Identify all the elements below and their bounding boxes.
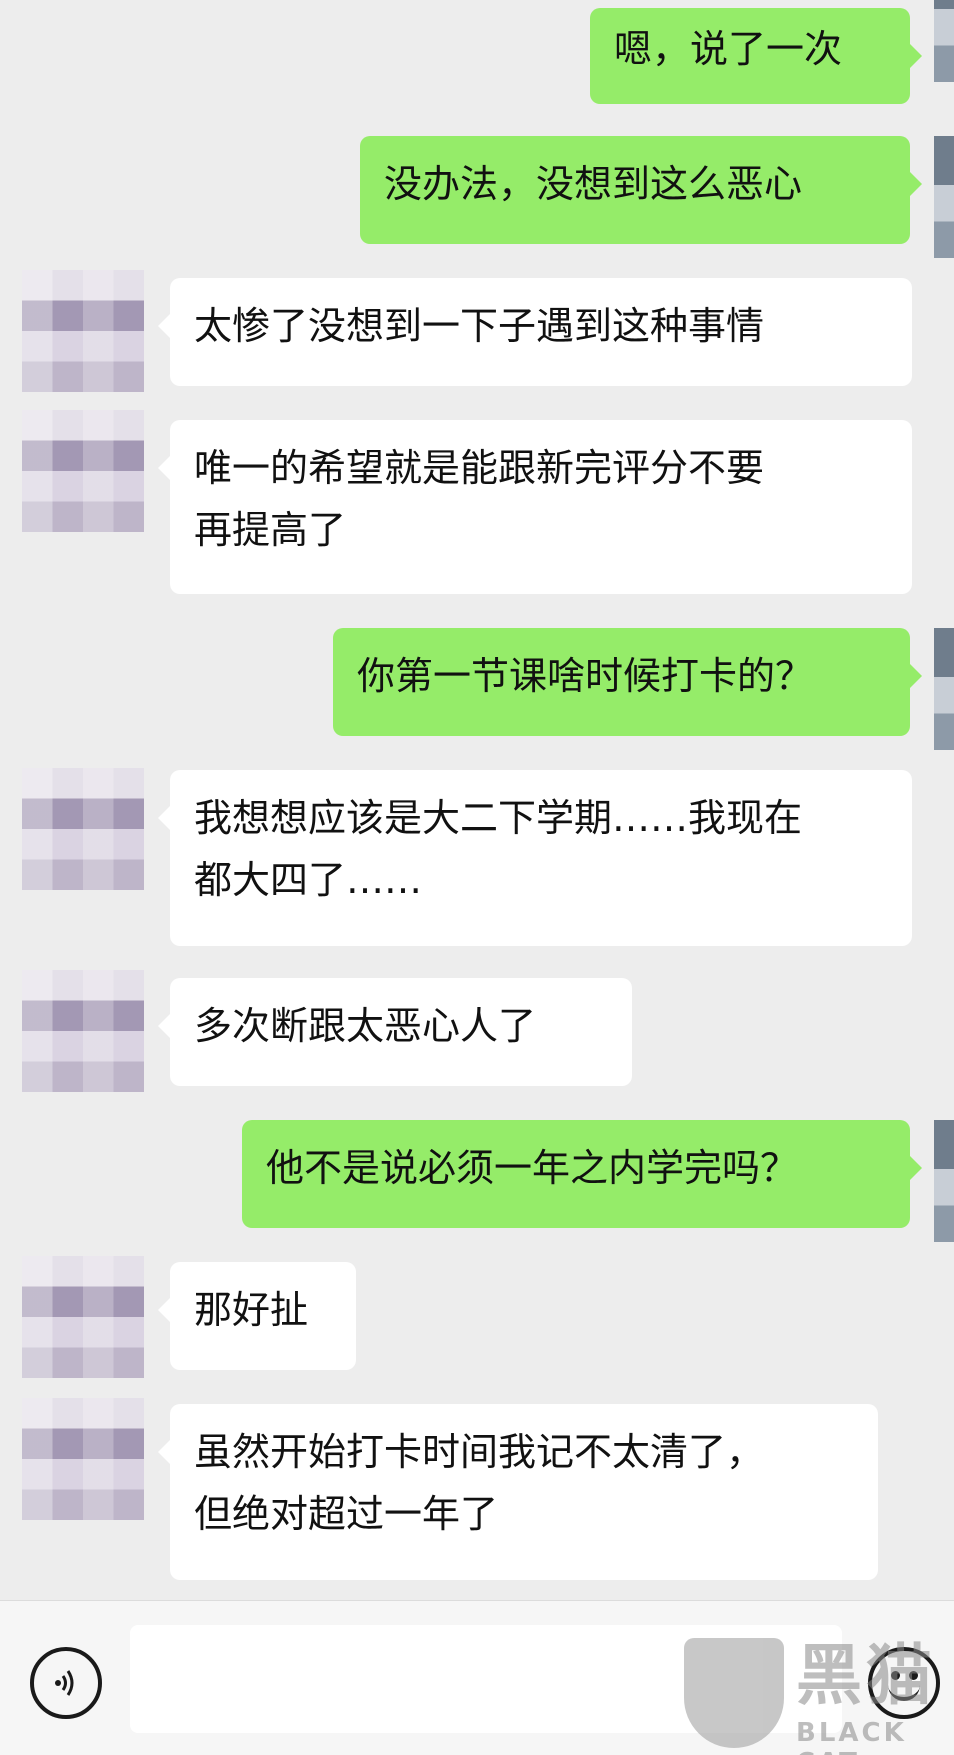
chat-message-list[interactable]: 嗯，说了一次 没办法，没想到这么恶心 太惨了没想到一下子遇到这种事情 唯一的希望… xyxy=(0,0,954,1600)
emoji-eye-left xyxy=(891,1671,900,1680)
self-avatar[interactable] xyxy=(934,0,954,82)
message-input[interactable] xyxy=(130,1625,842,1733)
message-text-line: 唯一的希望就是能跟新完评分不要 xyxy=(194,446,765,490)
message-bubble-self[interactable]: 嗯，说了一次 xyxy=(590,8,922,104)
contact-avatar[interactable] xyxy=(22,768,144,890)
voice-wave-icon xyxy=(55,1670,74,1696)
self-avatar[interactable] xyxy=(934,628,954,750)
input-toolbar xyxy=(0,1600,954,1755)
message-bubble-contact[interactable]: 多次断跟太恶心人了 xyxy=(158,978,632,1086)
contact-avatar[interactable] xyxy=(22,270,144,392)
message-text: 那好扯 xyxy=(194,1288,309,1332)
message-bubble-contact[interactable]: 那好扯 xyxy=(158,1262,356,1370)
message-text: 嗯，说了一次 xyxy=(614,27,843,71)
message-bubble-self[interactable]: 没办法，没想到这么恶心 xyxy=(360,136,922,244)
message-text-line: 再提高了 xyxy=(194,508,347,552)
emoji-eye-right xyxy=(909,1671,918,1680)
message-bubble-contact[interactable]: 虽然开始打卡时间我记不太清了， 但绝对超过一年了 xyxy=(158,1404,878,1580)
voice-icon[interactable] xyxy=(30,1647,102,1719)
emoji-mouth xyxy=(888,1683,920,1701)
message-text-line: 但绝对超过一年了 xyxy=(194,1492,499,1536)
message-text: 你第一节课啥时候打卡的？ xyxy=(357,654,814,698)
message-text: 太惨了没想到一下子遇到这种事情 xyxy=(194,304,765,348)
self-avatar[interactable] xyxy=(934,136,954,258)
message-text: 多次断跟太恶心人了 xyxy=(194,1004,537,1048)
message-text-line: 虽然开始打卡时间我记不太清了， xyxy=(194,1430,765,1474)
contact-avatar[interactable] xyxy=(22,970,144,1092)
emoji-icon[interactable] xyxy=(868,1647,940,1719)
message-bubble-self[interactable]: 你第一节课啥时候打卡的？ xyxy=(333,628,922,736)
contact-avatar[interactable] xyxy=(22,1256,144,1378)
contact-avatar[interactable] xyxy=(22,1398,144,1520)
message-text: 他不是说必须一年之内学完吗？ xyxy=(266,1146,799,1190)
message-text-line: 我想想应该是大二下学期……我现在 xyxy=(194,796,803,840)
contact-avatar[interactable] xyxy=(22,410,144,532)
message-bubble-contact[interactable]: 太惨了没想到一下子遇到这种事情 xyxy=(158,278,912,386)
message-text-line: 都大四了…… xyxy=(194,858,423,902)
message-bubble-contact[interactable]: 唯一的希望就是能跟新完评分不要 再提高了 xyxy=(158,420,912,594)
message-bubble-self[interactable]: 他不是说必须一年之内学完吗？ xyxy=(242,1120,922,1228)
message-text: 没办法，没想到这么恶心 xyxy=(384,162,803,206)
message-bubble-contact[interactable]: 我想想应该是大二下学期……我现在 都大四了…… xyxy=(158,770,912,946)
self-avatar[interactable] xyxy=(934,1120,954,1242)
